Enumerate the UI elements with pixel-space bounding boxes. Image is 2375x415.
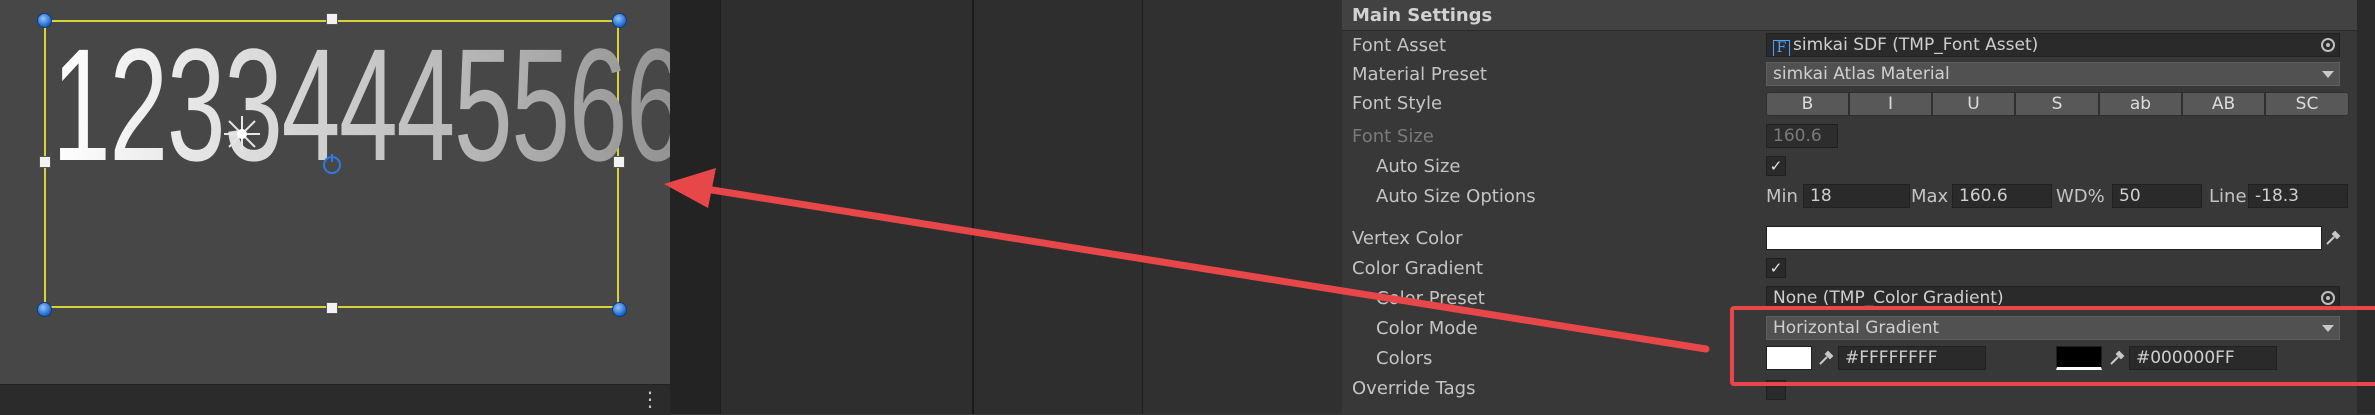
min-label: Min (1766, 186, 1798, 207)
line-label: Line (2209, 186, 2247, 207)
bold-button[interactable]: B (1766, 92, 1849, 116)
hierarchy-panel (720, 0, 973, 414)
font-asset-field[interactable]: Fsimkai SDF (TMP_Font Asset) (1766, 33, 2340, 57)
edge-handle-right[interactable] (613, 156, 625, 168)
colors-label: Colors (1376, 348, 1433, 369)
auto-size-label: Auto Size (1376, 156, 1461, 177)
chevron-down-icon (2322, 71, 2334, 78)
highlight-box (1730, 306, 2375, 386)
font-asset-value: simkai SDF (TMP_Font Asset) (1793, 35, 2039, 55)
vertex-color-label: Vertex Color (1352, 228, 1463, 249)
edge-handle-left[interactable] (39, 156, 51, 168)
min-field[interactable]: 18 (1803, 184, 1910, 208)
edge-handle-top[interactable] (326, 13, 338, 25)
font-style-label: Font Style (1352, 93, 1443, 114)
scene-view[interactable]: 1233444556666 (0, 0, 800, 384)
more-menu-icon[interactable]: ⋮ (640, 389, 660, 409)
override-tags-label: Override Tags (1352, 378, 1476, 399)
font-size-field: 160.6 (1766, 124, 1838, 148)
vertex-color-swatch[interactable] (1766, 226, 2322, 250)
corner-handle-bottom-right[interactable] (612, 302, 627, 317)
italic-button[interactable]: I (1849, 92, 1932, 116)
color-gradient-label: Color Gradient (1352, 258, 1484, 279)
line-field[interactable]: -18.3 (2248, 184, 2348, 208)
color-preset-value: None (TMP_Color Gradient) (1773, 288, 2004, 308)
corner-handle-top-left[interactable] (37, 13, 52, 28)
lowercase-button[interactable]: ab (2099, 92, 2182, 116)
corner-handle-bottom-left[interactable] (37, 302, 52, 317)
color-preset-label: Color Preset (1376, 288, 1485, 309)
strikethrough-button[interactable]: S (2015, 92, 2099, 116)
move-tool-icon[interactable] (220, 112, 264, 156)
smallcaps-button[interactable]: SC (2265, 92, 2349, 116)
scene-footer-bar: ⋮ (0, 384, 670, 415)
color-mode-label: Color Mode (1376, 318, 1478, 339)
max-label: Max (1911, 186, 1949, 207)
underline-button[interactable]: U (1932, 92, 2015, 116)
auto-size-checkbox[interactable]: ✓ (1766, 156, 1786, 176)
max-field[interactable]: 160.6 (1952, 184, 2052, 208)
font-asset-picker-icon[interactable] (2321, 38, 2335, 52)
edge-handle-bottom[interactable] (326, 302, 338, 314)
corner-handle-top-right[interactable] (612, 13, 627, 28)
pivot-rotate-icon[interactable] (323, 154, 341, 174)
section-title: Main Settings (1352, 5, 1493, 26)
font-size-label: Font Size (1352, 126, 1434, 147)
project-panel (972, 0, 1144, 414)
material-preset-value: simkai Atlas Material (1773, 64, 1950, 84)
panel-divider (670, 0, 720, 414)
wd-field[interactable]: 50 (2112, 184, 2202, 208)
uppercase-button[interactable]: AB (2182, 92, 2265, 116)
color-preset-picker-icon[interactable] (2321, 291, 2335, 305)
material-preset-dropdown[interactable]: simkai Atlas Material (1766, 62, 2340, 86)
main-settings-header[interactable]: Main Settings (1342, 0, 2357, 31)
material-preset-label: Material Preset (1352, 64, 1487, 85)
color-gradient-checkbox[interactable]: ✓ (1766, 258, 1786, 278)
auto-size-options-label: Auto Size Options (1376, 186, 1536, 207)
eyedropper-icon[interactable] (2325, 230, 2341, 246)
font-asset-icon: F (1773, 40, 1790, 56)
wd-label: WD% (2056, 186, 2105, 207)
font-asset-label: Font Asset (1352, 35, 1447, 56)
assets-panel (1142, 0, 1343, 414)
